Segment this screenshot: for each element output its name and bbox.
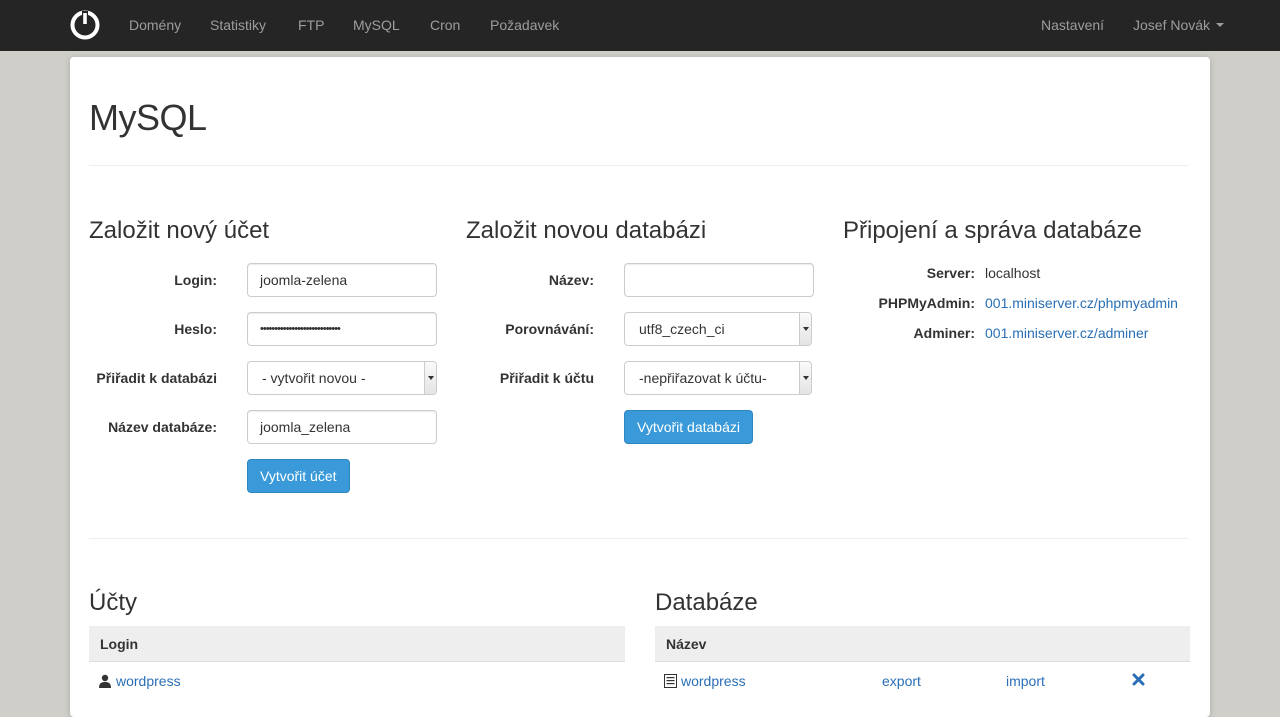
nav-settings[interactable]: Nastavení <box>1041 0 1104 51</box>
databases-header-name: Název <box>666 636 707 652</box>
logo-icon[interactable] <box>70 10 100 40</box>
assign-db-select[interactable]: - vytvořit novou - <box>247 361 437 395</box>
nav-mysql[interactable]: MySQL <box>353 0 400 51</box>
user-name: Josef Novák <box>1133 17 1211 33</box>
accounts-table-header: Login <box>89 626 625 662</box>
page-title: MySQL <box>89 97 207 138</box>
adminer-link[interactable]: 001.miniserver.cz/adminer <box>985 325 1148 341</box>
server-value: localhost <box>985 265 1041 281</box>
divider <box>89 165 1189 166</box>
account-link[interactable]: wordpress <box>116 673 181 689</box>
create-account-button[interactable]: Vytvořit účet <box>247 459 350 493</box>
collation-select[interactable]: utf8_czech_ci <box>624 312 812 346</box>
import-link[interactable]: import <box>1006 673 1045 689</box>
assign-account-select[interactable]: -nepřiřazovat k účtu- <box>624 361 812 395</box>
nav-ftp[interactable]: FTP <box>298 0 324 51</box>
caret-down-icon <box>1216 23 1225 28</box>
create-database-button[interactable]: Vytvořit databázi <box>624 410 753 444</box>
table-row: wordpress <box>664 673 746 689</box>
connection-title: Připojení a správa databáze <box>843 217 1142 244</box>
table-row: wordpress <box>98 673 181 689</box>
nav-statistiky[interactable]: Statistiky <box>210 0 266 51</box>
databases-title: Databáze <box>655 589 758 616</box>
divider <box>89 538 1189 539</box>
collation-value: utf8_czech_ci <box>639 321 725 337</box>
main-panel: MySQL Založit nový účet Login: joomla-ze… <box>70 57 1210 717</box>
collation-label: Porovnávání: <box>505 321 594 337</box>
assign-db-value: - vytvořit novou - <box>262 370 366 386</box>
select-arrow-icon <box>799 313 811 345</box>
top-navbar: Domény Statistiky FTP MySQL Cron Požadav… <box>0 0 1280 51</box>
user-menu[interactable]: Josef Novák <box>1133 0 1225 51</box>
login-input[interactable]: joomla-zelena <box>247 263 437 297</box>
delete-icon[interactable] <box>1132 673 1145 686</box>
phpmyadmin-link[interactable]: 001.miniserver.cz/phpmyadmin <box>985 295 1178 311</box>
phpmyadmin-label: PHPMyAdmin: <box>878 295 975 311</box>
server-label: Server: <box>926 265 975 281</box>
login-label: Login: <box>174 272 217 288</box>
database-link[interactable]: wordpress <box>681 673 746 689</box>
password-input[interactable]: •••••••••••••••••••••••••••• <box>247 312 437 346</box>
nav-domeny[interactable]: Domény <box>129 0 181 51</box>
databases-table-header: Název <box>655 626 1190 662</box>
new-database-title: Založit novou databázi <box>466 217 707 244</box>
db-name-input[interactable] <box>624 263 814 297</box>
accounts-title: Účty <box>89 589 137 616</box>
nav-cron[interactable]: Cron <box>430 0 460 51</box>
assign-account-value: -nepřiřazovat k účtu- <box>639 370 767 386</box>
adminer-label: Adminer: <box>913 325 975 341</box>
new-account-title: Založit nový účet <box>89 217 270 244</box>
dbname-label: Název databáze: <box>108 419 217 435</box>
select-arrow-icon <box>424 362 436 394</box>
dbname-input[interactable]: joomla_zelena <box>247 410 437 444</box>
assign-account-label: Přiřadit k účtu <box>499 370 594 386</box>
select-arrow-icon <box>799 362 811 394</box>
assign-db-label: Přiřadit k databázi <box>96 370 217 386</box>
user-icon <box>99 674 111 688</box>
accounts-header-login: Login <box>100 636 139 652</box>
password-label: Heslo: <box>174 321 217 337</box>
database-list-icon <box>664 674 677 688</box>
db-name-label: Název: <box>548 272 594 288</box>
export-link[interactable]: export <box>882 673 921 689</box>
nav-pozadavek[interactable]: Požadavek <box>490 0 559 51</box>
